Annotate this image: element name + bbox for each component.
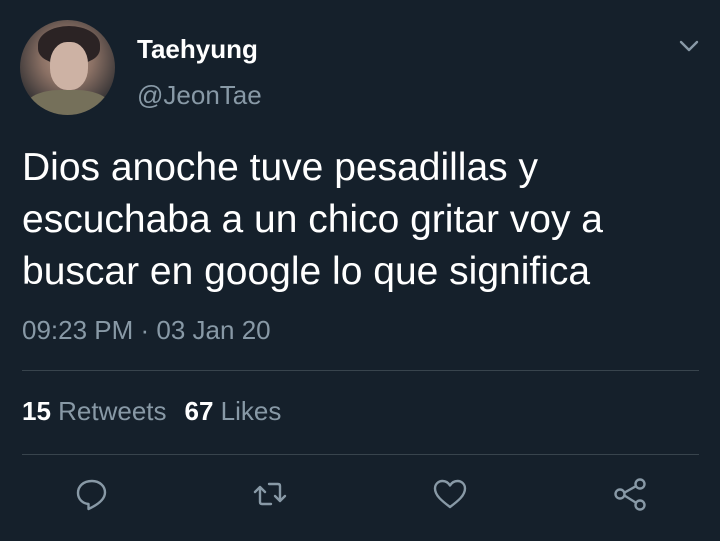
tweet-text: Dios anoche tuve pesadillas y escuchaba …: [22, 142, 702, 298]
tweet-time: 09:23 PM: [22, 315, 134, 345]
retweets-label: Retweets: [50, 396, 167, 426]
retweets-stat[interactable]: 15 Retweets: [22, 396, 167, 426]
avatar-face: [50, 42, 88, 90]
retweets-count: 15: [22, 396, 51, 426]
tweet-text-line: buscar en google lo que significa: [22, 250, 591, 293]
tweet-text-line: Dios anoche tuve pesadillas y: [22, 146, 538, 189]
divider: [22, 454, 699, 455]
heart-icon: [433, 479, 467, 509]
tweet-date: 03 Jan 20: [156, 315, 271, 345]
likes-count: 67: [184, 396, 214, 426]
divider: [22, 370, 699, 371]
retweet-icon: [253, 482, 287, 506]
retweet-button[interactable]: [252, 476, 288, 512]
author-handle[interactable]: @JeonTae: [137, 80, 262, 111]
tweet-card: Taehyung @JeonTae Dios anoche tuve pesad…: [0, 0, 720, 541]
tweet-text-line: escuchaba a un chico gritar voy a: [22, 198, 604, 241]
share-icon: [614, 478, 646, 511]
reply-button[interactable]: [74, 476, 110, 512]
chevron-down-icon[interactable]: [677, 36, 701, 56]
share-button[interactable]: [612, 476, 648, 512]
timestamp-separator: ·: [133, 315, 157, 345]
like-button[interactable]: [432, 476, 468, 512]
tweet-stats: 15 Retweets 67 Likes: [22, 396, 281, 427]
tweet-timestamp[interactable]: 09:23 PM · 03 Jan 20: [22, 315, 271, 346]
avatar-shirt: [26, 90, 110, 115]
author-display-name[interactable]: Taehyung: [137, 34, 258, 65]
avatar[interactable]: [20, 20, 115, 115]
likes-label: Likes: [213, 396, 282, 426]
likes-stat[interactable]: 67 Likes: [185, 396, 282, 426]
reply-icon: [76, 479, 107, 511]
